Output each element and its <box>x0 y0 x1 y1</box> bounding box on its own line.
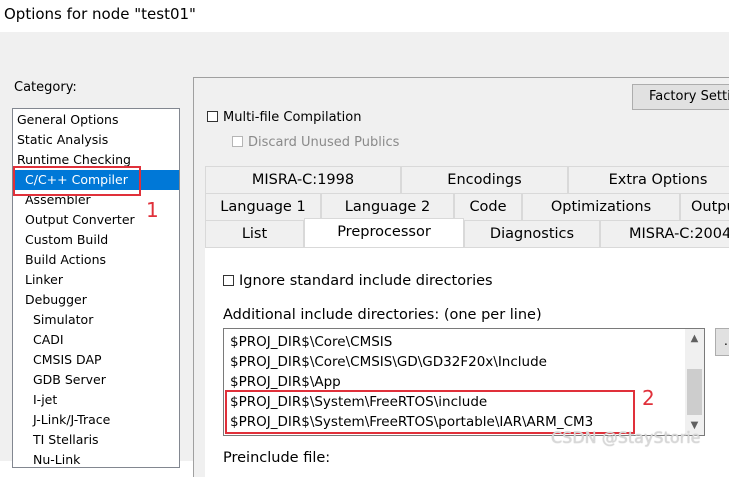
additional-include-label: Additional include directories: (one per… <box>223 307 542 323</box>
multi-file-compilation-label: Multi-file Compilation <box>223 110 362 125</box>
category-item-debugger[interactable]: Debugger <box>13 290 179 310</box>
discard-unused-publics-checkbox[interactable]: Discard Unused Publics <box>232 135 399 151</box>
scroll-up-icon[interactable]: ▲ <box>685 330 704 347</box>
category-item-i-jet[interactable]: I-jet <box>13 390 179 410</box>
ignore-standard-include-label: Ignore standard include directories <box>239 273 493 289</box>
annotation-box-1 <box>13 166 141 196</box>
category-item-cadi[interactable]: CADI <box>13 330 179 350</box>
category-item-cmsis-dap[interactable]: CMSIS DAP <box>13 350 179 370</box>
category-item-gdb-server[interactable]: GDB Server <box>13 370 179 390</box>
category-item-general-options[interactable]: General Options <box>13 110 179 130</box>
checkbox-icon <box>232 136 243 147</box>
ignore-standard-include-checkbox[interactable]: Ignore standard include directories <box>223 273 493 289</box>
window-title: Options for node "test01" <box>0 0 729 32</box>
preinclude-file-label: Preinclude file: <box>223 450 331 466</box>
tab-misra-c-1998[interactable]: MISRA-C:1998 <box>205 166 401 193</box>
checkbox-icon <box>223 275 234 286</box>
factory-settings-button[interactable]: Factory Settings <box>632 84 729 110</box>
browse-button[interactable]: ... <box>715 328 729 356</box>
tab-output[interactable]: Output <box>680 193 729 220</box>
category-label: Category: <box>14 80 77 95</box>
category-item-static-analysis[interactable]: Static Analysis <box>13 130 179 150</box>
discard-unused-publics-label: Discard Unused Publics <box>248 135 400 150</box>
tab-encodings[interactable]: Encodings <box>401 166 568 193</box>
tab-code[interactable]: Code <box>454 193 522 220</box>
category-item-nu-link[interactable]: Nu-Link <box>13 450 179 467</box>
tab-language-2[interactable]: Language 2 <box>321 193 454 220</box>
vertical-scrollbar[interactable]: ▲ ▼ <box>685 329 704 435</box>
tab-language-1[interactable]: Language 1 <box>205 193 321 220</box>
watermark: CSDN @StayStorie <box>551 428 701 447</box>
checkbox-icon <box>207 111 218 122</box>
include-dir-line[interactable]: $PROJ_DIR$\Core\CMSIS\GD\GD32F20x\Includ… <box>230 352 547 372</box>
tab-optimizations[interactable]: Optimizations <box>522 193 680 220</box>
tab-list[interactable]: List <box>205 220 304 247</box>
category-item-custom-build[interactable]: Custom Build <box>13 230 179 250</box>
multi-file-compilation-checkbox[interactable]: Multi-file Compilation <box>207 110 361 126</box>
category-item-simulator[interactable]: Simulator <box>13 310 179 330</box>
category-item-ti-stellaris[interactable]: TI Stellaris <box>13 430 179 450</box>
include-dir-line[interactable]: $PROJ_DIR$\Core\CMSIS <box>230 332 392 352</box>
tab-extra-options[interactable]: Extra Options <box>568 166 729 193</box>
category-item-linker[interactable]: Linker <box>13 270 179 290</box>
annotation-number-1: 1 <box>146 198 159 222</box>
include-dir-line[interactable]: $PROJ_DIR$\App <box>230 372 341 392</box>
category-list[interactable]: General Options Static Analysis Runtime … <box>12 108 180 468</box>
category-item-build-actions[interactable]: Build Actions <box>13 250 179 270</box>
annotation-number-2: 2 <box>642 386 655 410</box>
category-item-jlink-jtrace[interactable]: J-Link/J-Trace <box>13 410 179 430</box>
tab-diagnostics[interactable]: Diagnostics <box>464 220 600 247</box>
scroll-thumb[interactable] <box>687 369 702 415</box>
tab-preprocessor[interactable]: Preprocessor <box>304 218 464 247</box>
tab-misra-c-2004[interactable]: MISRA-C:2004 <box>600 220 729 247</box>
